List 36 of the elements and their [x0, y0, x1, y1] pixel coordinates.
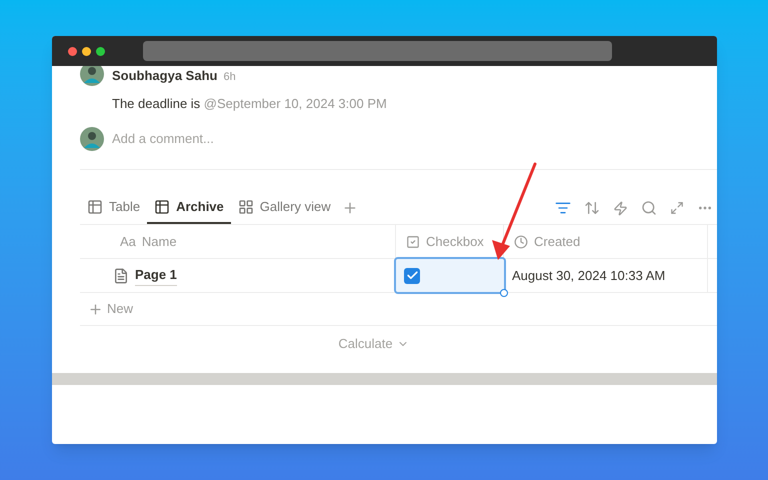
column-header[interactable]: Created [534, 232, 580, 252]
view-tab[interactable]: Archive [147, 192, 231, 224]
checkbox[interactable] [404, 268, 420, 284]
add-view-icon[interactable] [342, 200, 358, 216]
minimize-icon[interactable] [82, 46, 91, 56]
view-tab[interactable]: Table [80, 192, 148, 224]
comment-author: Soubhagya Sahu [112, 67, 218, 85]
comment-text: The deadline is @September 10, 2024 3:00 PM [112, 94, 387, 113]
text-type-label: Aa [120, 232, 136, 251]
search-icon[interactable] [641, 200, 657, 216]
close-icon[interactable] [68, 46, 77, 56]
comment-field[interactable]: Add a comment... [112, 129, 512, 149]
column-header[interactable]: Name [142, 232, 177, 252]
lightning-icon[interactable] [613, 200, 628, 216]
table-icon [154, 199, 170, 215]
page-icon [113, 268, 129, 284]
plus-icon [88, 302, 103, 316]
checkbox-cell[interactable] [396, 259, 504, 292]
calculate-button[interactable]: Calculate [338, 334, 409, 354]
sort-icon[interactable] [584, 200, 600, 216]
resize-handle[interactable] [500, 289, 508, 297]
checkbox-icon [406, 234, 420, 248]
new-row-button[interactable]: New [80, 299, 134, 319]
created-date: August 30, 2024 10:33 AM [512, 266, 666, 285]
column-header[interactable]: Checkbox [426, 232, 484, 252]
page-title[interactable]: Page 1 [135, 265, 177, 286]
avatar [80, 66, 104, 86]
maximize-icon[interactable] [96, 46, 105, 56]
grid-icon [238, 199, 254, 215]
view-tab[interactable]: Gallery view [230, 192, 338, 224]
table-icon [87, 199, 103, 215]
filter-icon[interactable] [555, 200, 571, 216]
clock-icon [514, 234, 528, 248]
comment-time: 6h [223, 70, 236, 85]
expand-icon[interactable] [670, 201, 684, 215]
avatar [80, 127, 104, 151]
